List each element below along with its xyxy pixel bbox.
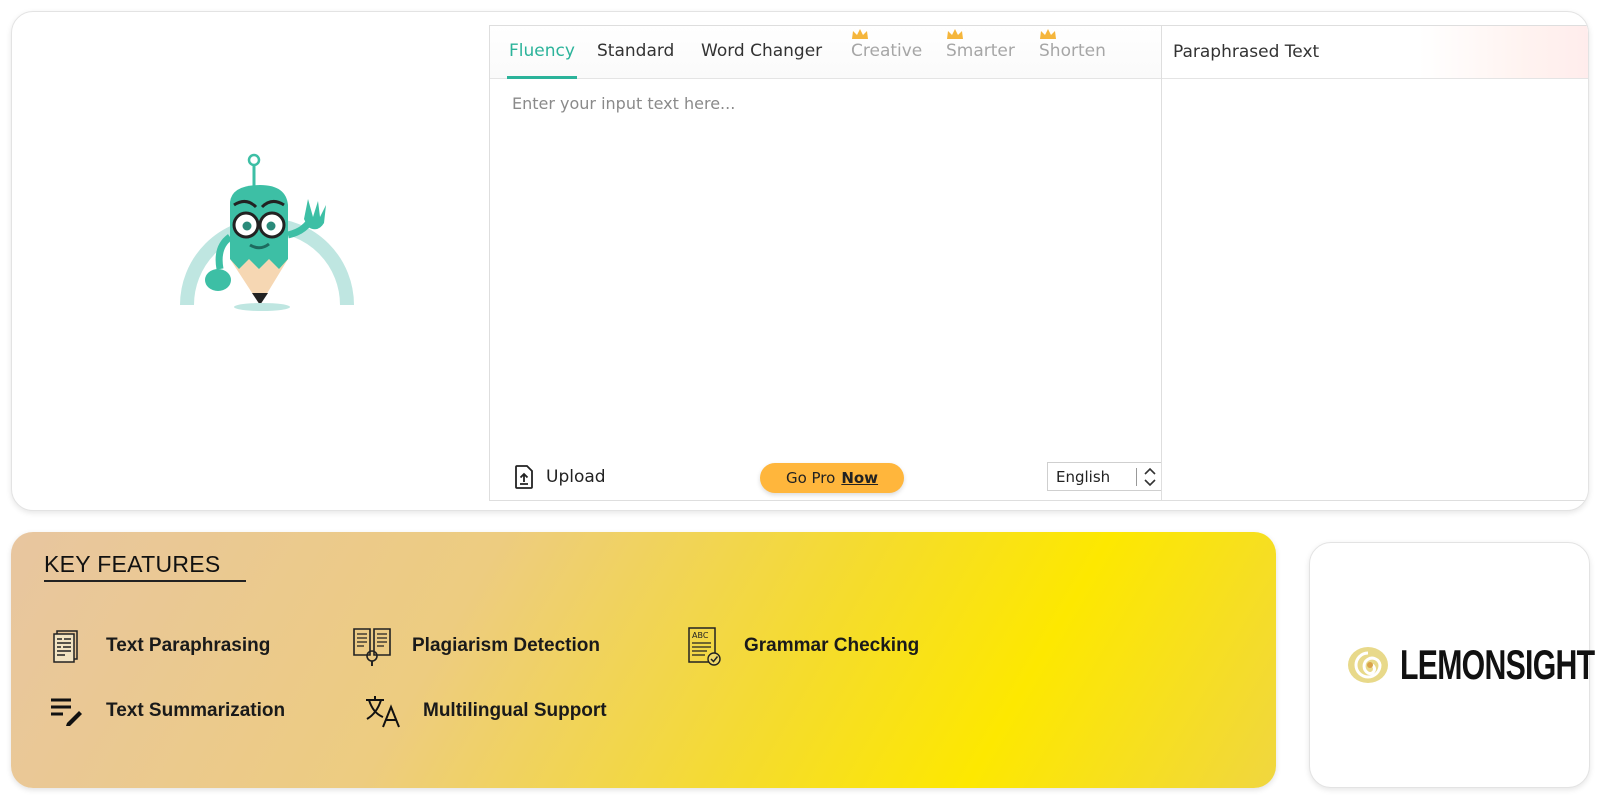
tab-creative[interactable]: Creative — [851, 26, 922, 79]
go-pro-now-link[interactable]: Now — [841, 469, 878, 487]
translate-icon — [363, 689, 403, 733]
text-input[interactable]: Enter your input text here... — [512, 94, 735, 113]
tab-standard[interactable]: Standard — [597, 26, 674, 79]
document-list-icon — [46, 624, 86, 668]
lemonsight-logo: LEMONSIGHT — [1346, 641, 1600, 689]
title-underline — [44, 580, 246, 582]
tab-fluency[interactable]: Fluency — [507, 26, 577, 79]
feature-multilingual-support: Multilingual Support — [363, 689, 607, 733]
mode-tabs: Fluency Standard Word Changer Creative S… — [490, 26, 1169, 79]
book-compare-icon — [352, 624, 392, 668]
language-value: English — [1056, 467, 1111, 486]
pencil-mascot-icon — [180, 153, 354, 311]
input-panel: Fluency Standard Word Changer Creative S… — [489, 25, 1170, 501]
output-title: Paraphrased Text — [1162, 26, 1588, 79]
features-title: KEY FEATURES — [44, 551, 221, 577]
crown-icon — [947, 29, 963, 39]
feature-plagiarism-detection: Plagiarism Detection — [352, 624, 600, 668]
language-select[interactable]: English — [1047, 462, 1163, 491]
upload-file-icon — [515, 465, 533, 489]
svg-text:ABC: ABC — [692, 631, 709, 640]
chevron-up-down-icon — [1144, 467, 1156, 487]
upload-button[interactable]: Upload — [514, 464, 606, 490]
lemon-swirl-icon — [1348, 647, 1388, 683]
go-pro-text: Go Pro — [785, 469, 836, 487]
tab-word-changer[interactable]: Word Changer — [701, 26, 822, 79]
select-divider — [1136, 468, 1137, 486]
feature-text-paraphrasing: Text Paraphrasing — [46, 624, 270, 668]
output-panel: Paraphrased Text — [1161, 25, 1588, 501]
crown-icon — [852, 29, 868, 39]
paraphraser-card: Fluency Standard Word Changer Creative S… — [11, 11, 1589, 511]
tab-smarter[interactable]: Smarter — [946, 26, 1015, 79]
edit-lines-icon — [46, 689, 86, 733]
feature-text-summarization: Text Summarization — [46, 689, 285, 733]
abc-check-icon: ABC — [684, 624, 724, 668]
key-features-card: KEY FEATURES Text Paraphrasing Plagiaris… — [11, 532, 1276, 788]
upload-label: Upload — [546, 467, 606, 487]
tab-shorten[interactable]: Shorten — [1039, 26, 1106, 79]
feature-grammar-checking: ABC Grammar Checking — [684, 624, 919, 668]
go-pro-button[interactable]: Go Pro Now — [760, 463, 904, 493]
brand-card: LEMONSIGHT — [1309, 542, 1595, 788]
logo-text: LEMONSIGHT — [1400, 641, 1595, 688]
crown-icon — [1040, 29, 1056, 39]
